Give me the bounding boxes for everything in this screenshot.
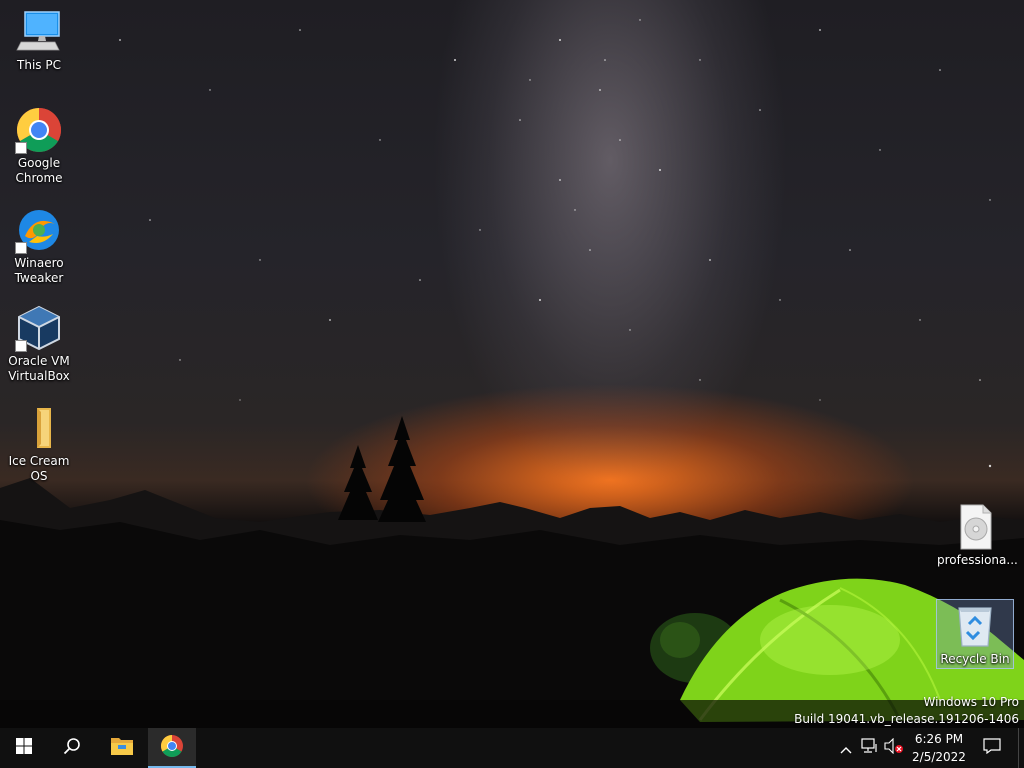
desktop-icon-label: professiona... xyxy=(937,553,1018,567)
desktop-icon-label: Google Chrome xyxy=(15,156,63,185)
show-desktop-button[interactable] xyxy=(1018,728,1024,768)
recycle-bin-icon xyxy=(951,602,999,650)
desktop-icon-this-pc[interactable]: This PC xyxy=(1,8,77,73)
winaero-tweaker-icon xyxy=(15,206,63,254)
taskbar-file-explorer[interactable] xyxy=(98,728,146,768)
desktop-icon-label: Ice Cream OS xyxy=(8,454,70,483)
taskbar: 6:26 PM 2/5/2022 xyxy=(0,728,1024,768)
desktop-icon-label: Winaero Tweaker xyxy=(14,256,64,285)
chrome-icon xyxy=(15,106,63,154)
desktop-icon-google-chrome[interactable]: Google Chrome xyxy=(1,106,77,186)
desktop-icon-label: This PC xyxy=(17,58,61,72)
virtualbox-icon xyxy=(15,304,63,352)
show-hidden-icons-button[interactable] xyxy=(836,738,856,758)
taskbar-google-chrome[interactable] xyxy=(148,728,196,768)
shortcut-arrow-icon xyxy=(15,340,27,352)
desktop-icon-label: Oracle VM VirtualBox xyxy=(8,354,70,383)
taskbar-clock[interactable]: 6:26 PM 2/5/2022 xyxy=(906,730,972,766)
clock-date: 2/5/2022 xyxy=(912,750,966,764)
desktop-icon-label: Recycle Bin xyxy=(940,652,1010,666)
watermark-edition: Windows 10 Pro xyxy=(923,695,1019,709)
windows-edition-watermark: Windows 10 Pro Build 19041.vb_release.19… xyxy=(794,694,1019,728)
network-icon xyxy=(861,738,879,758)
search-button[interactable] xyxy=(48,728,96,768)
search-icon xyxy=(63,737,81,759)
mountain-landscape xyxy=(0,416,1024,728)
windows-start-icon xyxy=(16,738,32,758)
desktop-icon-virtualbox[interactable]: Oracle VM VirtualBox xyxy=(1,304,77,384)
chrome-icon xyxy=(160,734,184,762)
desktop-icon-ice-cream-os[interactable]: Ice Cream OS xyxy=(1,404,77,484)
disc-image-file-icon xyxy=(951,503,999,551)
action-center-icon xyxy=(983,738,1001,758)
file-explorer-icon xyxy=(110,735,134,761)
desktop-wallpaper[interactable]: This PC Google Chrome Winaero Tweaker Or… xyxy=(0,0,1024,728)
folder-icon xyxy=(15,404,63,452)
start-button[interactable] xyxy=(0,728,48,768)
desktop-icon-winaero-tweaker[interactable]: Winaero Tweaker xyxy=(1,206,77,286)
desktop-icon-recycle-bin[interactable]: Recycle Bin xyxy=(936,599,1014,669)
shortcut-arrow-icon xyxy=(15,142,27,154)
volume-muted-icon xyxy=(884,737,904,758)
this-pc-icon xyxy=(15,8,63,56)
desktop-icon-professional-iso[interactable]: professiona... xyxy=(937,503,1018,568)
network-status-button[interactable] xyxy=(860,738,880,758)
shortcut-arrow-icon xyxy=(15,242,27,254)
watermark-build: Build 19041.vb_release.191206-1406 xyxy=(794,712,1019,726)
volume-button[interactable] xyxy=(884,737,904,758)
clock-time: 6:26 PM xyxy=(914,732,964,746)
action-center-button[interactable] xyxy=(982,738,1002,758)
chevron-up-icon xyxy=(840,739,852,758)
